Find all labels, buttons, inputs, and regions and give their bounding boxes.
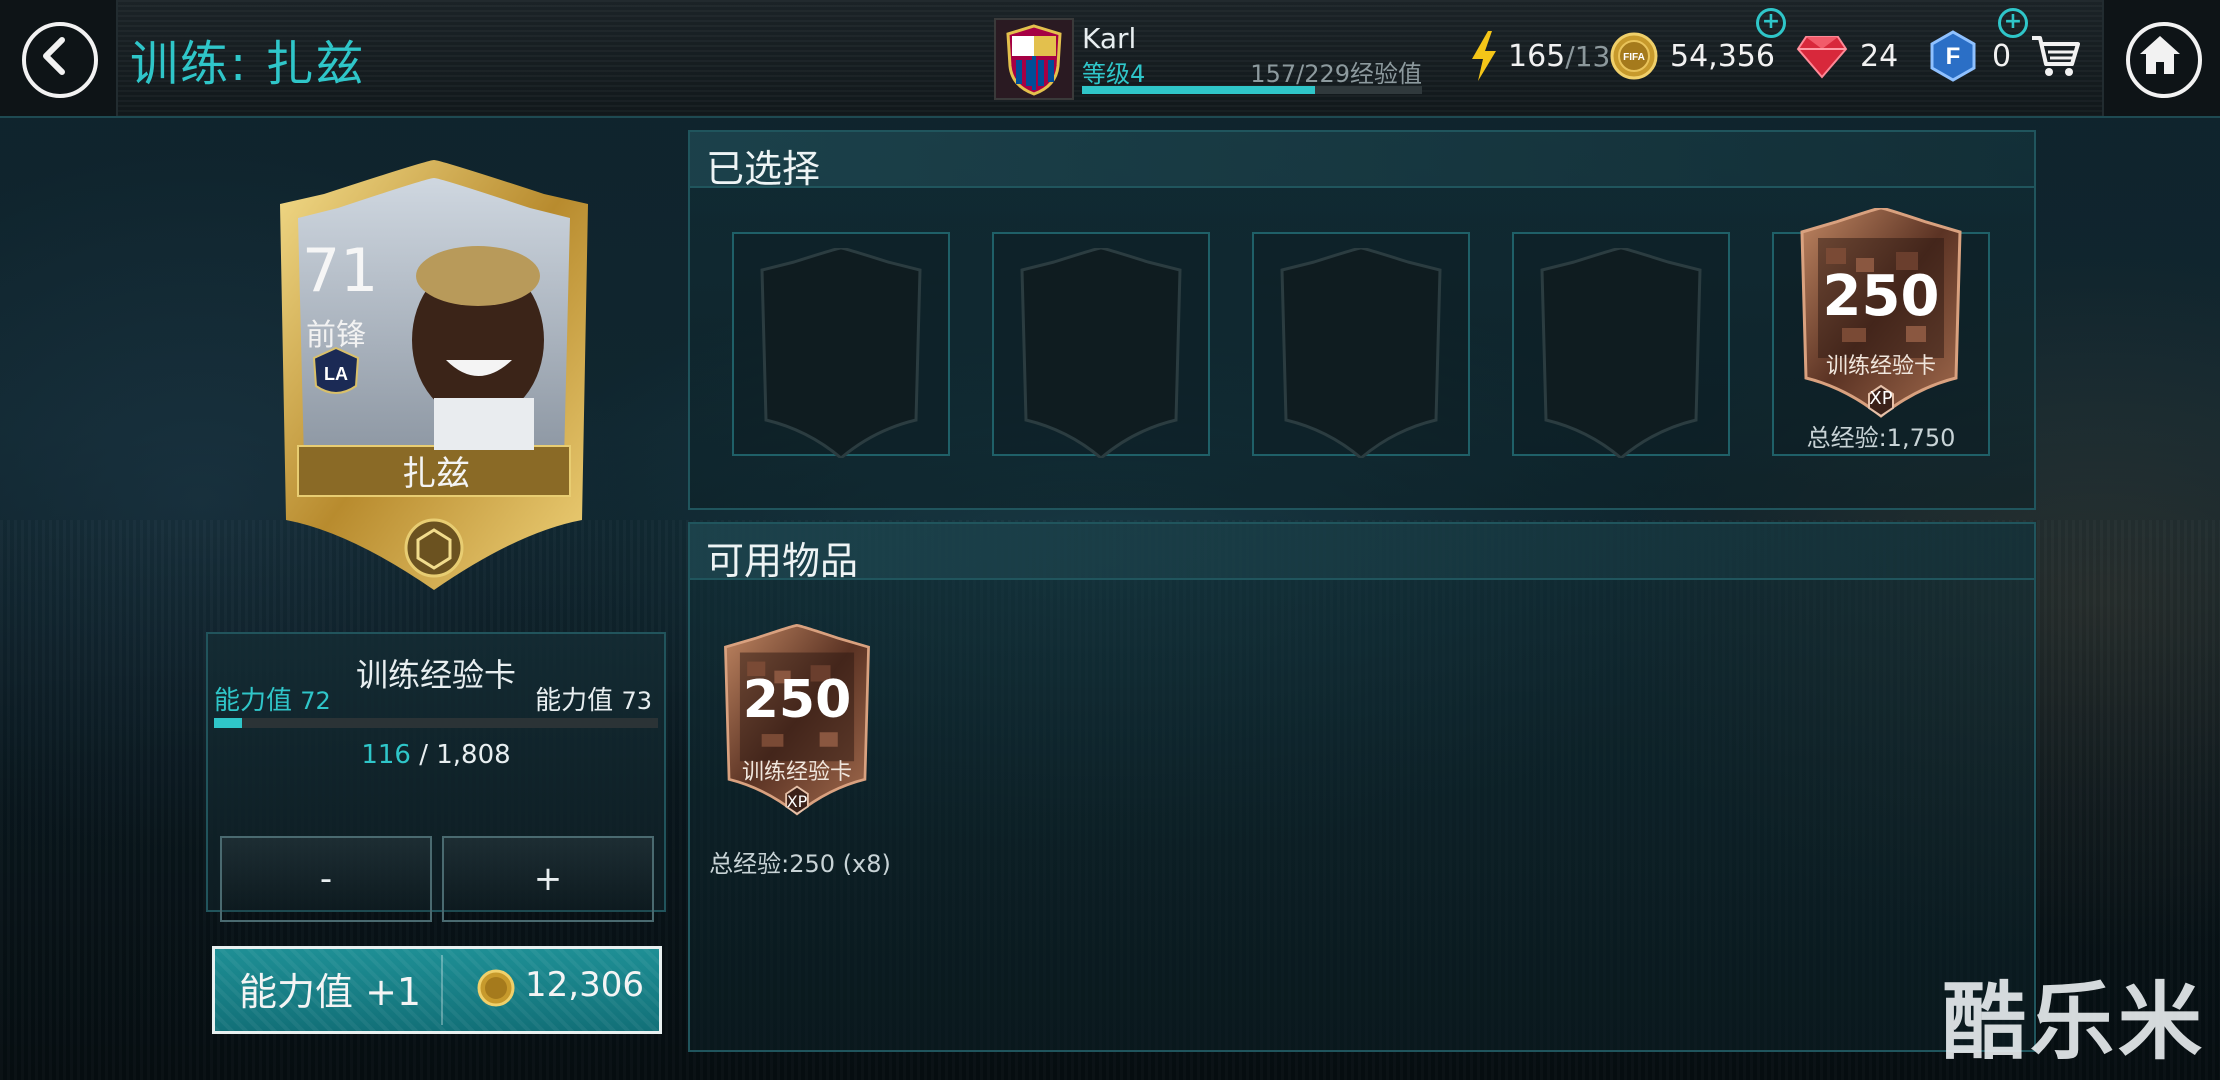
player-card[interactable]: LA [268, 160, 600, 590]
selected-xp-card-label: 训练经验卡 [1825, 354, 1936, 379]
selected-xp-card-slot[interactable]: 250 训练经验卡 XP 总经验:1,750 [1772, 208, 1990, 456]
selected-xp-card-badge: XP [1869, 388, 1893, 409]
gem-icon [1796, 36, 1848, 79]
coin-value: 54,356 [1670, 38, 1775, 74]
empty-slot[interactable] [1512, 232, 1730, 458]
home-icon [2126, 22, 2202, 98]
decrease-button[interactable]: - [220, 836, 432, 922]
upgrade-label: 能力值 +1 [239, 970, 422, 1014]
next-ovr-value: 73 [621, 687, 652, 715]
add-coins-button[interactable]: + [1756, 8, 1786, 38]
available-panel: 可用物品 250 训练经验卡 XP 总经验:250 (x8) [688, 522, 2036, 1052]
available-xp-card-label: 训练经验卡 [741, 760, 852, 785]
svg-text:F: F [1946, 43, 1961, 70]
player-name: 扎兹 [402, 454, 470, 494]
empty-card-icon [760, 248, 922, 458]
current-ovr: 能力值 72 [214, 680, 331, 717]
current-ovr-value: 72 [300, 687, 331, 715]
next-ovr: 能力值 73 [535, 680, 652, 717]
user-xp-text: 157/229经验值 [1250, 60, 1422, 88]
back-button[interactable] [0, 0, 118, 116]
training-progress-sep: / [419, 740, 428, 770]
coin-icon [477, 969, 515, 1007]
fifa-points-icon: F [1930, 30, 1976, 82]
selected-panel-title: 已选择 [706, 147, 821, 191]
increase-button[interactable]: + [442, 836, 654, 922]
empty-card-icon [1020, 248, 1182, 458]
player-card-frame: LA [280, 160, 588, 590]
fifa-points-counter[interactable]: F 0 [1930, 26, 2011, 86]
coin-icon: FIFA [1610, 32, 1658, 80]
training-panel: 训练经验卡 能力值 72 能力值 73 116 / 1,808 - + [206, 632, 666, 922]
training-progress-text: 116 / 1,808 [208, 740, 664, 770]
training-progress-max: 1,808 [436, 740, 511, 770]
user-xp-bar [1082, 86, 1422, 94]
available-total-xp: 总经验:250 (x8) [709, 850, 891, 878]
user-profile[interactable]: Karl 等级4 157/229经验值 [994, 18, 1426, 100]
available-xp-card[interactable]: 250 训练经验卡 XP [720, 620, 874, 840]
next-ovr-label: 能力值 [535, 686, 614, 716]
energy-max: /13 [1565, 39, 1611, 73]
available-xp-card-value: 250 [742, 670, 852, 730]
top-bar: 训练: 扎兹 Karl 等级4 157/229经验值 165 /13 FIFA … [0, 0, 2220, 118]
training-progress-bar [214, 718, 658, 728]
selected-xp-card-value: 250 [1822, 264, 1940, 329]
selected-panel: 已选择 250 训练经验卡 XP 总经验:1,750 [688, 130, 2036, 510]
gem-counter[interactable]: 24 [1796, 26, 1898, 86]
selected-total-xp: 总经验:1,750 [1806, 424, 1956, 452]
lightning-icon [1472, 31, 1496, 81]
current-ovr-label: 能力值 [214, 686, 293, 716]
train-upgrade-button[interactable]: 能力值 +1 12,306 [212, 946, 662, 1034]
player-rating: 71 [302, 236, 379, 306]
add-points-button[interactable]: + [1998, 8, 2028, 38]
available-panel-title: 可用物品 [706, 539, 859, 583]
user-xp-bar-fill [1082, 86, 1316, 94]
gem-value: 24 [1860, 38, 1899, 74]
available-xp-card-badge: XP [786, 792, 808, 811]
home-button[interactable] [2102, 0, 2220, 116]
page-title: 训练: 扎兹 [130, 36, 366, 92]
svg-text:LA: LA [324, 364, 348, 384]
upgrade-cost: 12,306 [525, 965, 644, 1005]
upgrade-divider [441, 955, 443, 1025]
energy-counter[interactable]: 165 /13 [1468, 26, 1610, 86]
player-position: 前锋 [306, 318, 366, 353]
cart-icon [2032, 36, 2080, 76]
chevron-left-icon [22, 22, 98, 98]
store-button[interactable] [2030, 32, 2080, 84]
energy-value: 165 [1508, 38, 1566, 74]
user-name: Karl [1082, 22, 1137, 55]
empty-slot[interactable] [1252, 232, 1470, 458]
training-progress-current: 116 [361, 740, 411, 770]
fifa-points-value: 0 [1992, 38, 2012, 74]
svg-text:FIFA: FIFA [1623, 52, 1645, 63]
empty-slot[interactable] [992, 232, 1210, 458]
empty-card-icon [1540, 248, 1702, 458]
training-progress-fill [214, 718, 243, 728]
coin-counter[interactable]: FIFA 54,356 [1610, 26, 1775, 86]
selected-panel-header: 已选择 [690, 132, 2034, 191]
empty-card-icon [1280, 248, 1442, 458]
empty-slot[interactable] [732, 232, 950, 458]
watermark: 酷乐米 [1941, 973, 2206, 1071]
user-level: 等级4 [1082, 60, 1146, 88]
club-crest-icon [994, 18, 1074, 100]
available-panel-header: 可用物品 [690, 524, 2034, 583]
